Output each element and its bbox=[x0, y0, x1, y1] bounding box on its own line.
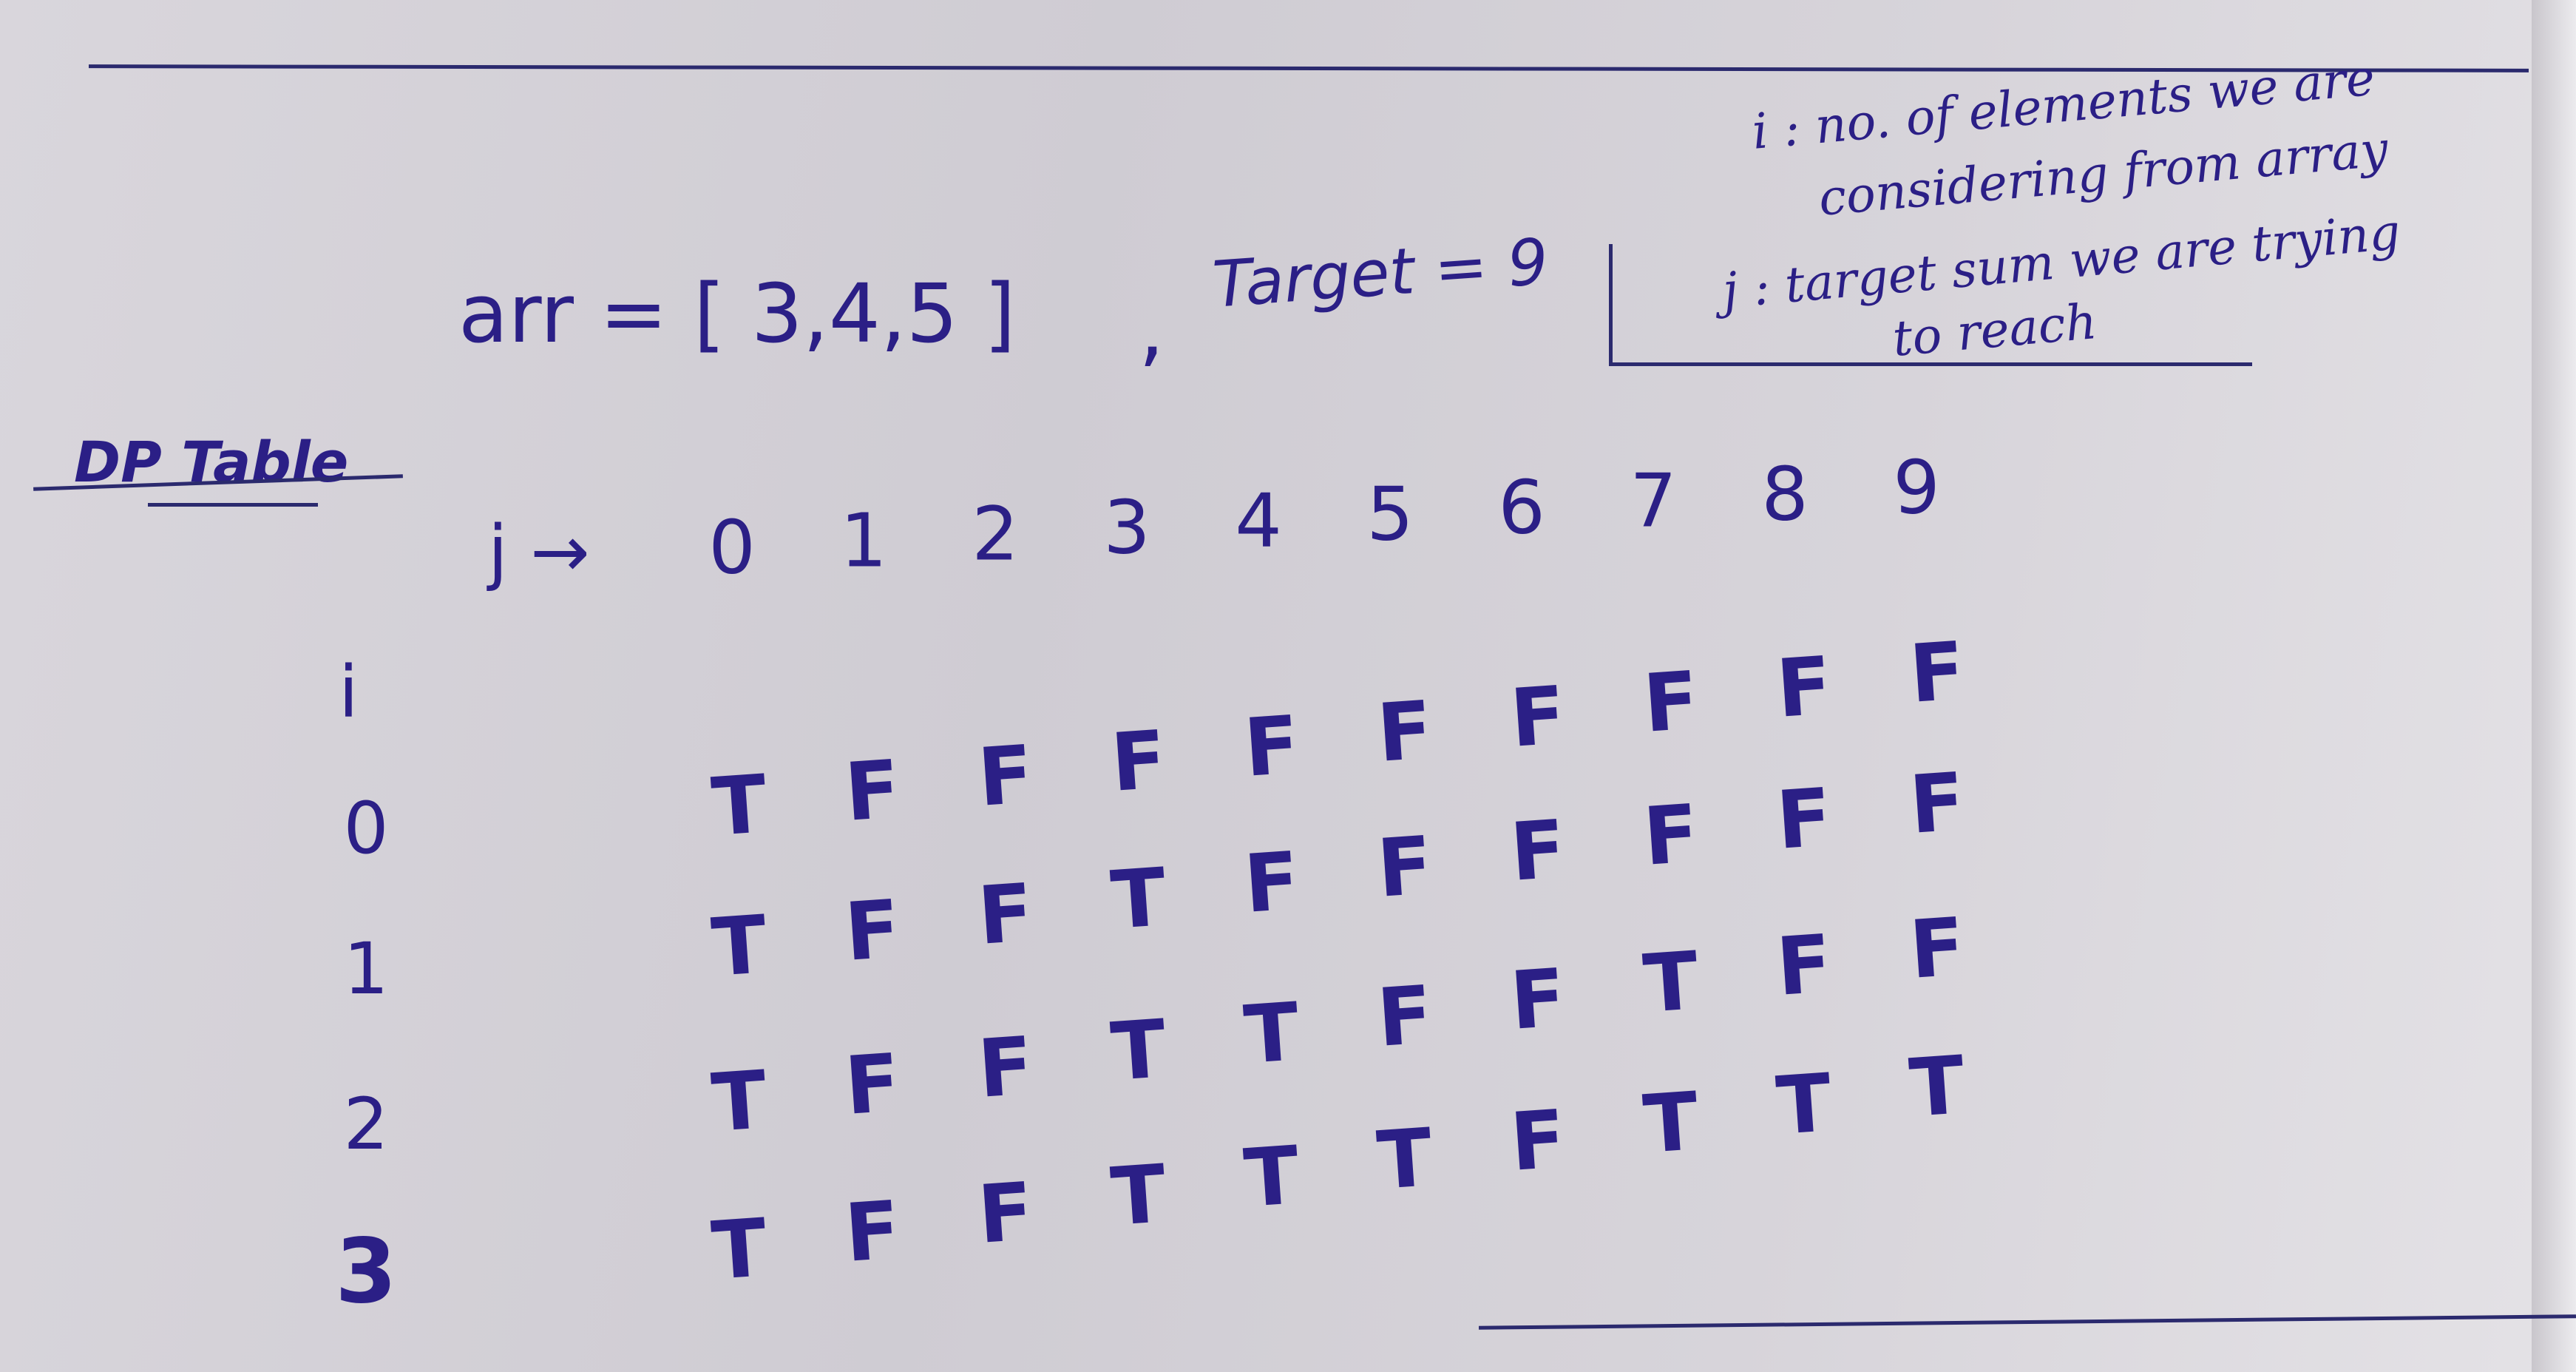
page-edge bbox=[2532, 0, 2576, 1372]
dp-cell: F bbox=[1374, 684, 1436, 780]
array-definition: arr = [ 3,4,5 ] bbox=[458, 266, 1016, 361]
dp-cell: T bbox=[708, 1202, 770, 1298]
column-header: 0 bbox=[708, 504, 756, 591]
dp-cell: F bbox=[841, 1183, 904, 1280]
dp-cell: T bbox=[1773, 1057, 1835, 1153]
dp-cell: F bbox=[975, 1020, 1037, 1116]
dp-cell: T bbox=[708, 1054, 770, 1150]
column-header: 5 bbox=[1366, 470, 1414, 558]
dp-cell: F bbox=[1507, 669, 1569, 766]
dp-cell: F bbox=[1640, 655, 1702, 751]
row-label: 0 bbox=[343, 787, 389, 870]
column-header: 1 bbox=[840, 497, 887, 584]
dp-cell: T bbox=[1906, 1038, 1968, 1135]
separator-comma: , bbox=[1139, 281, 1165, 376]
dp-cell: F bbox=[1507, 1093, 1569, 1189]
dp-cell: F bbox=[1507, 803, 1569, 899]
dp-cell: T bbox=[1241, 986, 1303, 1082]
dp-cell: F bbox=[1374, 969, 1436, 1065]
dp-cell: T bbox=[1108, 1003, 1170, 1099]
dp-cell: F bbox=[1906, 625, 1968, 721]
dp-cell: T bbox=[1640, 1075, 1702, 1172]
column-header: 9 bbox=[1893, 444, 1940, 531]
dp-cell: F bbox=[1773, 771, 1835, 868]
dp-cell: F bbox=[1640, 787, 1702, 884]
dp-cell: F bbox=[975, 729, 1037, 825]
bottom-rule-line bbox=[1479, 1314, 2576, 1330]
dp-cell: T bbox=[1374, 1111, 1436, 1208]
note-j-line2: to reach bbox=[1890, 293, 2099, 368]
dp-cell: T bbox=[1108, 851, 1170, 947]
target-definition: Target = 9 bbox=[1210, 225, 1551, 322]
row-label: 1 bbox=[343, 927, 389, 1010]
dp-cell: F bbox=[841, 743, 904, 839]
column-header: 3 bbox=[1103, 484, 1150, 571]
dp-cell: F bbox=[975, 867, 1037, 963]
dp-cell: F bbox=[1507, 952, 1569, 1048]
dp-cell: F bbox=[1241, 835, 1303, 931]
column-header: 4 bbox=[1235, 477, 1282, 564]
column-header: 6 bbox=[1498, 464, 1545, 551]
row-axis-label: i bbox=[339, 651, 359, 734]
dp-cell: F bbox=[1241, 699, 1303, 795]
dp-cell: F bbox=[975, 1166, 1037, 1262]
column-axis-label: j → bbox=[488, 510, 590, 593]
dp-cell: F bbox=[1906, 755, 1968, 852]
dp-cell: T bbox=[708, 758, 770, 854]
dp-cell: F bbox=[1374, 819, 1436, 916]
column-header: 2 bbox=[972, 490, 1019, 578]
row-label: 2 bbox=[343, 1083, 389, 1166]
dp-cell: F bbox=[1773, 640, 1835, 736]
dp-cell: F bbox=[1108, 714, 1170, 810]
row-label: 3 bbox=[335, 1220, 397, 1324]
dp-cell: T bbox=[1241, 1129, 1303, 1226]
dp-cell: T bbox=[1640, 935, 1702, 1031]
dp-cell: T bbox=[1108, 1147, 1170, 1244]
column-header: 8 bbox=[1761, 450, 1809, 538]
dp-cell: T bbox=[708, 899, 770, 995]
dp-cell: F bbox=[1773, 918, 1835, 1014]
dp-cell: F bbox=[841, 882, 904, 979]
dp-cell: F bbox=[841, 1037, 904, 1133]
column-header: 7 bbox=[1630, 457, 1677, 544]
dp-cell: F bbox=[1906, 901, 1968, 997]
